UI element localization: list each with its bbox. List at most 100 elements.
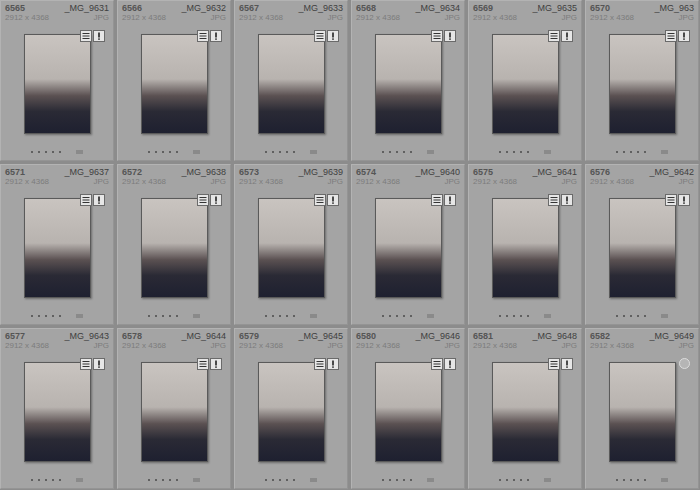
rating-dot[interactable] [644, 479, 646, 481]
rating-dots[interactable] [235, 310, 347, 324]
metadata-badge-icon[interactable] [80, 194, 92, 206]
warning-badge-icon[interactable] [444, 358, 456, 370]
color-label-icon[interactable] [427, 314, 434, 318]
warning-badge-icon[interactable] [444, 30, 456, 42]
rating-dot[interactable] [176, 315, 178, 317]
rating-dot[interactable] [286, 315, 288, 317]
warning-badge-icon[interactable] [561, 30, 573, 42]
rating-dot[interactable] [279, 479, 281, 481]
rating-dot[interactable] [45, 151, 47, 153]
rating-dot[interactable] [286, 479, 288, 481]
rating-dot[interactable] [644, 151, 646, 153]
metadata-badge-icon[interactable] [197, 358, 209, 370]
rating-dot[interactable] [623, 151, 625, 153]
photo-cell[interactable]: 6579_MG_96452912 x 4368JPG [234, 328, 348, 489]
photo-cell[interactable]: 6581_MG_96482912 x 4368JPG [468, 328, 582, 489]
metadata-badge-icon[interactable] [548, 30, 560, 42]
color-label-icon[interactable] [310, 478, 317, 482]
photo-thumbnail[interactable] [609, 198, 676, 298]
photo-cell[interactable]: 6572_MG_96382912 x 4368JPG [117, 164, 231, 325]
metadata-badge-icon[interactable] [314, 358, 326, 370]
color-label-icon[interactable] [76, 314, 83, 318]
photo-cell[interactable]: 6565_MG_96312912 x 4368JPG [0, 0, 114, 161]
photo-cell[interactable]: 6567_MG_96332912 x 4368JPG [234, 0, 348, 161]
rating-dot[interactable] [155, 479, 157, 481]
rating-dot[interactable] [623, 315, 625, 317]
rating-dot[interactable] [389, 151, 391, 153]
warning-badge-icon[interactable] [327, 30, 339, 42]
color-label-icon[interactable] [310, 150, 317, 154]
rating-dots[interactable] [469, 146, 581, 160]
rating-dot[interactable] [293, 479, 295, 481]
color-label-icon[interactable] [427, 150, 434, 154]
rating-dot[interactable] [293, 151, 295, 153]
rating-dot[interactable] [155, 315, 157, 317]
metadata-badge-icon[interactable] [197, 30, 209, 42]
rating-dots[interactable] [118, 146, 230, 160]
rating-dot[interactable] [644, 315, 646, 317]
warning-badge-icon[interactable] [678, 194, 690, 206]
rating-dot[interactable] [527, 479, 529, 481]
photo-cell[interactable]: 6569_MG_96352912 x 4368JPG [468, 0, 582, 161]
rating-dot[interactable] [59, 479, 61, 481]
warning-badge-icon[interactable] [327, 358, 339, 370]
rating-dot[interactable] [506, 151, 508, 153]
metadata-badge-icon[interactable] [431, 194, 443, 206]
rating-dot[interactable] [403, 315, 405, 317]
rating-dot[interactable] [513, 315, 515, 317]
photo-cell[interactable]: 6570_MG_9632912 x 4368JPG [585, 0, 699, 161]
metadata-badge-icon[interactable] [665, 30, 677, 42]
rating-dot[interactable] [279, 151, 281, 153]
warning-badge-icon[interactable] [210, 30, 222, 42]
rating-dot[interactable] [637, 151, 639, 153]
photo-cell[interactable]: 6566_MG_96322912 x 4368JPG [117, 0, 231, 161]
rating-dot[interactable] [169, 315, 171, 317]
photo-thumbnail[interactable] [141, 198, 208, 298]
rating-dot[interactable] [506, 315, 508, 317]
rating-dot[interactable] [616, 315, 618, 317]
rating-dot[interactable] [403, 479, 405, 481]
metadata-badge-icon[interactable] [431, 358, 443, 370]
rating-dot[interactable] [410, 151, 412, 153]
rating-dot[interactable] [396, 151, 398, 153]
rating-dot[interactable] [176, 479, 178, 481]
rating-dot[interactable] [520, 315, 522, 317]
color-label-icon[interactable] [661, 314, 668, 318]
rating-dot[interactable] [286, 151, 288, 153]
photo-thumbnail[interactable] [258, 198, 325, 298]
warning-badge-icon[interactable] [561, 194, 573, 206]
photo-cell[interactable]: 6575_MG_96412912 x 4368JPG [468, 164, 582, 325]
photo-cell[interactable]: 6576_MG_96422912 x 4368JPG [585, 164, 699, 325]
rating-dot[interactable] [272, 315, 274, 317]
rating-dot[interactable] [396, 315, 398, 317]
metadata-badge-icon[interactable] [431, 30, 443, 42]
photo-thumbnail[interactable] [375, 198, 442, 298]
photo-cell[interactable]: 6573_MG_96392912 x 4368JPG [234, 164, 348, 325]
rating-dot[interactable] [38, 315, 40, 317]
rating-dot[interactable] [382, 315, 384, 317]
color-label-icon[interactable] [193, 478, 200, 482]
rating-dot[interactable] [520, 479, 522, 481]
rating-dot[interactable] [52, 151, 54, 153]
warning-badge-icon[interactable] [678, 30, 690, 42]
rating-dot[interactable] [31, 315, 33, 317]
color-label-icon[interactable] [544, 314, 551, 318]
quick-collection-icon[interactable] [679, 358, 690, 369]
rating-dot[interactable] [155, 151, 157, 153]
rating-dot[interactable] [148, 315, 150, 317]
rating-dot[interactable] [148, 479, 150, 481]
rating-dot[interactable] [52, 315, 54, 317]
warning-badge-icon[interactable] [210, 358, 222, 370]
rating-dot[interactable] [293, 315, 295, 317]
rating-dot[interactable] [162, 479, 164, 481]
rating-dot[interactable] [382, 151, 384, 153]
rating-dot[interactable] [410, 315, 412, 317]
photo-cell[interactable]: 6574_MG_96402912 x 4368JPG [351, 164, 465, 325]
rating-dot[interactable] [389, 479, 391, 481]
rating-dots[interactable] [586, 146, 698, 160]
warning-badge-icon[interactable] [444, 194, 456, 206]
color-label-icon[interactable] [193, 150, 200, 154]
rating-dot[interactable] [623, 479, 625, 481]
photo-thumbnail[interactable] [141, 362, 208, 462]
photo-thumbnail[interactable] [24, 34, 91, 134]
